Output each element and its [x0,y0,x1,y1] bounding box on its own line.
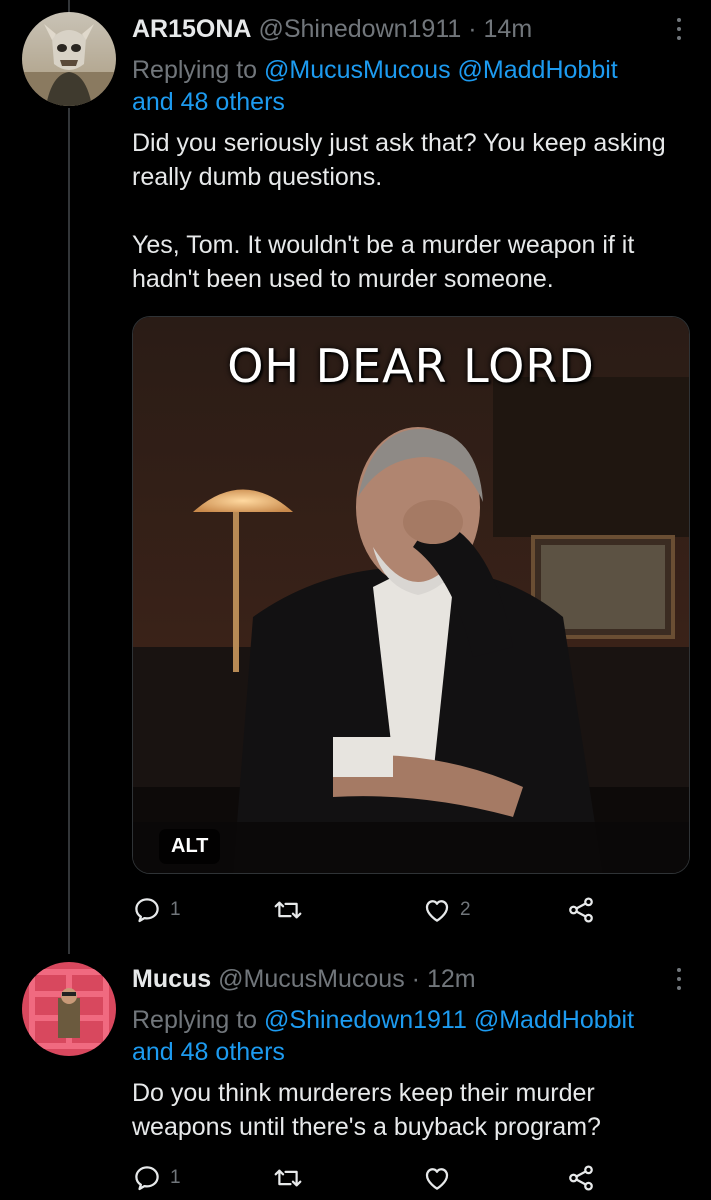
tweet[interactable]: AR15ONA @Shinedown1911 · 14m Replying to… [0,0,711,950]
replying-to: Replying to @MucusMucous @MaddHobbit and… [132,54,683,118]
tweet-text: Do you think murderers keep their murder… [132,1079,601,1141]
replying-prefix: Replying to [132,56,265,84]
avatar[interactable] [22,962,116,1056]
tweet-actions: 1 2 [132,890,612,930]
tweet-actions: 1 [132,1158,612,1198]
tweet-content: AR15ONA @Shinedown1911 · 14m Replying to… [132,12,683,296]
mention-link[interactable]: @Shinedown1911 [264,1006,467,1034]
like-count: 2 [460,899,471,920]
others-link[interactable]: and 48 others [132,88,285,116]
replying-prefix: Replying to [132,1006,265,1034]
replying-to: Replying to @Shinedown1911 @MaddHobbit a… [132,1004,683,1068]
heart-icon [425,1168,449,1190]
separator-dot: · [411,965,420,993]
tweet-text: Did you seriously just ask that? You kee… [132,129,666,293]
like-button[interactable] [422,1158,460,1198]
others-link[interactable]: and 48 others [132,1038,285,1066]
retweet-icon [274,1169,302,1187]
tweet-header: AR15ONA @Shinedown1911 · 14m [132,12,683,46]
retweet-icon [274,901,302,919]
display-name[interactable]: Mucus [132,965,211,993]
timestamp[interactable]: 14m [484,15,533,43]
user-handle[interactable]: @Shinedown1911 [258,15,461,43]
share-button[interactable] [566,890,596,930]
user-handle[interactable]: @MucusMucous [218,965,405,993]
separator-dot: · [468,15,477,43]
tweet-header: Mucus @MucusMucous · 12m [132,962,683,996]
alt-text-badge[interactable]: ALT [159,829,221,864]
reply-icon [135,1166,159,1191]
display-name[interactable]: AR15ONA [132,15,251,43]
tweet[interactable]: Mucus @MucusMucous · 12m Replying to @Sh… [0,954,711,1200]
timestamp[interactable]: 12m [427,965,476,993]
heart-icon [425,900,449,922]
share-button[interactable] [566,1158,596,1198]
more-options-icon[interactable] [669,962,689,996]
gif-caption: OH DEAR LORD [227,339,595,393]
more-options-icon[interactable] [669,12,689,46]
avatar[interactable] [22,12,116,106]
tweet-content: Mucus @MucusMucous · 12m Replying to @Sh… [132,962,683,1144]
like-button[interactable]: 2 [422,890,471,930]
mention-link[interactable]: @MaddHobbit [458,56,618,84]
mention-link[interactable]: @MucusMucous [264,56,451,84]
reply-button[interactable]: 1 [132,1158,181,1198]
retweet-button[interactable] [272,890,312,930]
gif-image [133,317,689,873]
reply-count: 1 [170,899,181,920]
retweet-button[interactable] [272,1158,312,1198]
reply-button[interactable]: 1 [132,890,181,930]
tweet-media-gif[interactable]: OH DEAR LORD ALT [132,316,690,874]
reply-icon [135,898,159,923]
reply-count: 1 [170,1167,181,1188]
mention-link[interactable]: @MaddHobbit [474,1006,634,1034]
share-icon [569,1165,593,1191]
share-icon [569,897,593,923]
